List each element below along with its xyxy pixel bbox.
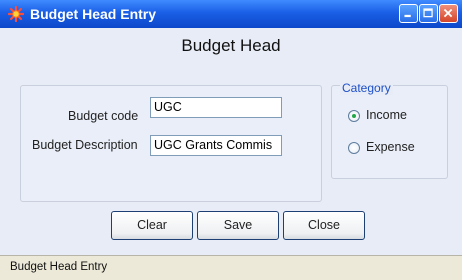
- status-bar: Budget Head Entry: [0, 255, 462, 280]
- minimize-button[interactable]: [399, 4, 418, 23]
- window-title: Budget Head Entry: [30, 6, 157, 22]
- clear-button[interactable]: Clear: [111, 211, 193, 240]
- radio-income-label[interactable]: Income: [366, 108, 407, 122]
- minimize-icon: [404, 14, 411, 18]
- close-icon: [443, 8, 453, 18]
- maximize-button[interactable]: [419, 4, 438, 23]
- status-text: Budget Head Entry: [10, 261, 108, 273]
- radio-expense-button[interactable]: [348, 142, 360, 154]
- category-title: Category: [340, 81, 393, 95]
- radio-expense-label[interactable]: Expense: [366, 140, 415, 154]
- gear-icon: [8, 6, 24, 22]
- budget-code-label: Budget code: [68, 109, 139, 123]
- radio-income-button[interactable]: [348, 110, 360, 122]
- form-heading: Budget Head: [181, 36, 281, 55]
- budget-description-input[interactable]: UGC Grants Commis: [150, 135, 282, 156]
- close-window-button[interactable]: [439, 4, 458, 23]
- category-group: [331, 85, 448, 179]
- budget-head-window: Budget Head Entry Budget Head Budget cod…: [0, 0, 462, 280]
- budget-code-input[interactable]: UGC: [150, 97, 282, 118]
- budget-description-label: Budget Description: [32, 138, 138, 152]
- maximize-icon: [423, 8, 433, 18]
- save-button[interactable]: Save: [197, 211, 279, 240]
- close-button[interactable]: Close: [283, 211, 365, 240]
- title-bar[interactable]: Budget Head Entry: [0, 0, 462, 28]
